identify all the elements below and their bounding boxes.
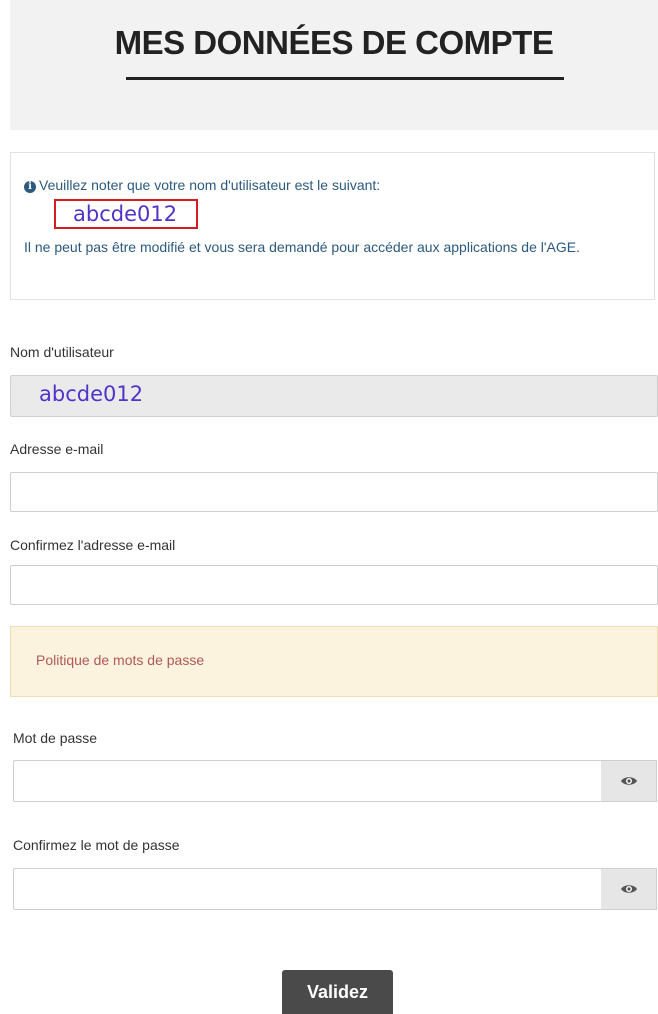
- email-confirm-input[interactable]: [10, 565, 658, 605]
- eye-icon: [620, 885, 637, 893]
- show-password-button[interactable]: [601, 760, 657, 802]
- password-policy-link[interactable]: Politique de mots de passe: [36, 652, 204, 668]
- username-label: Nom d'utilisateur: [10, 344, 114, 360]
- page-header: MES DONNÉES DE COMPTE: [10, 0, 658, 130]
- username-value: abcde012: [39, 382, 144, 406]
- title-underline: [126, 77, 564, 80]
- email-input[interactable]: [10, 472, 658, 512]
- email-confirm-label: Confirmez l'adresse e-mail: [10, 537, 176, 553]
- password-label: Mot de passe: [13, 730, 98, 746]
- password-confirm-label: Confirmez le mot de passe: [13, 837, 180, 853]
- password-confirm-input[interactable]: [13, 868, 603, 910]
- show-password-confirm-button[interactable]: [601, 868, 657, 910]
- info-note: Il ne peut pas être modifié et vous sera…: [24, 239, 581, 255]
- email-label: Adresse e-mail: [10, 441, 104, 457]
- info-line: i Veuillez noter que votre nom d'utilisat…: [24, 177, 380, 193]
- info-line-text: Veuillez noter que votre nom d'utilisate…: [39, 177, 381, 193]
- username-info-panel: i Veuillez noter que votre nom d'utilisat…: [10, 152, 655, 300]
- password-policy-panel[interactable]: Politique de mots de passe: [10, 626, 658, 697]
- submit-button[interactable]: Validez: [282, 970, 393, 1014]
- eye-icon: [620, 777, 637, 785]
- username-field: abcde012: [10, 375, 658, 417]
- info-circle-icon: i: [24, 181, 36, 193]
- password-input[interactable]: [13, 760, 603, 802]
- page-title: MES DONNÉES DE COMPTE: [114, 24, 554, 61]
- highlighted-username: abcde012: [54, 199, 198, 229]
